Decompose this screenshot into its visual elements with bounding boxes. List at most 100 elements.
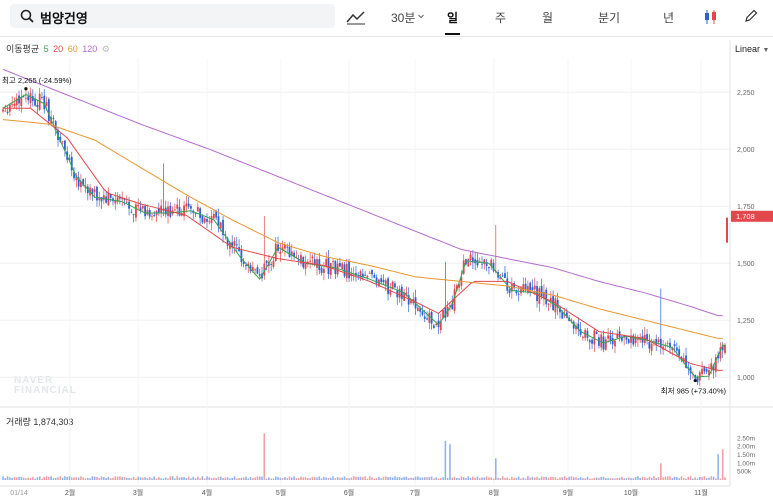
x-tick-label: 6월 bbox=[344, 488, 354, 497]
volume-bar bbox=[579, 477, 582, 480]
candle-body bbox=[47, 99, 50, 122]
candle-body bbox=[254, 269, 257, 271]
candle-body bbox=[125, 201, 128, 203]
chevron-down-icon[interactable] bbox=[418, 14, 424, 19]
candle-body bbox=[469, 254, 472, 261]
candle-body bbox=[384, 280, 387, 285]
volume-bar bbox=[442, 477, 444, 480]
candle-body bbox=[219, 222, 222, 229]
volume-tick-label: 1.00m bbox=[737, 460, 755, 467]
candle-body bbox=[380, 278, 383, 283]
volume-bar bbox=[524, 478, 527, 480]
candle-body bbox=[322, 268, 325, 274]
volume-tick-label: 2.00m bbox=[737, 444, 755, 451]
volume-bar bbox=[556, 478, 559, 480]
y-tick-label: 1,250 bbox=[737, 318, 755, 325]
volume-bar bbox=[533, 477, 536, 480]
tab-year[interactable]: 년 bbox=[663, 9, 674, 26]
candle-body bbox=[666, 342, 669, 344]
volume-bar bbox=[178, 477, 181, 480]
volume-bar bbox=[162, 478, 165, 480]
volume-bar bbox=[291, 477, 293, 480]
candle-body bbox=[27, 96, 30, 101]
volume-bar bbox=[20, 476, 23, 480]
candle-body bbox=[607, 335, 610, 339]
volume-bar bbox=[682, 477, 685, 480]
volume-bar bbox=[621, 476, 623, 480]
volume-bar bbox=[692, 478, 694, 480]
candle-body bbox=[416, 307, 419, 311]
volume-bar bbox=[481, 477, 483, 480]
volume-tick-label: 1.50m bbox=[737, 452, 755, 459]
volume-bar bbox=[660, 463, 662, 480]
candle-body bbox=[531, 287, 534, 291]
volume-bar bbox=[119, 476, 121, 480]
candle-body bbox=[444, 307, 447, 319]
candle-body bbox=[673, 344, 676, 347]
top-toolbar: 범양건영 30분 일 주 월 분기 년 bbox=[0, 0, 773, 37]
volume-bar bbox=[439, 478, 442, 480]
volume-bar bbox=[584, 478, 586, 480]
volume-bar bbox=[98, 478, 101, 480]
candle-body bbox=[423, 316, 426, 319]
tab-30min[interactable]: 30분 bbox=[391, 9, 415, 26]
volume-bar bbox=[112, 477, 114, 480]
volume-bar bbox=[249, 477, 252, 480]
volume-bar bbox=[137, 476, 140, 480]
volume-bar bbox=[405, 476, 408, 480]
draw-trend-icon[interactable] bbox=[346, 9, 366, 25]
tab-day[interactable]: 일 bbox=[444, 9, 461, 35]
volume-bar bbox=[130, 478, 133, 480]
candle-body bbox=[435, 323, 438, 325]
tab-week[interactable]: 주 bbox=[495, 9, 506, 26]
volume-bar bbox=[529, 477, 531, 480]
volume-bar bbox=[187, 476, 190, 480]
volume-bar bbox=[57, 477, 59, 480]
candle-body bbox=[174, 209, 176, 211]
volume-bar bbox=[201, 476, 204, 480]
volume-bar bbox=[394, 476, 396, 480]
volume-bar bbox=[593, 477, 596, 480]
volume-bar bbox=[327, 478, 330, 480]
volume-bar bbox=[153, 476, 156, 480]
tab-quarter[interactable]: 분기 bbox=[598, 9, 620, 26]
volume-bar bbox=[11, 478, 13, 480]
volume-bar bbox=[50, 476, 52, 480]
volume-bar bbox=[611, 478, 614, 480]
candle-body bbox=[332, 261, 334, 263]
volume-bar bbox=[158, 477, 160, 480]
volume-bar bbox=[664, 476, 667, 480]
volume-bar bbox=[9, 477, 11, 480]
candle-type-icon[interactable] bbox=[702, 8, 720, 26]
volume-bar bbox=[128, 478, 130, 480]
volume-bar bbox=[171, 476, 174, 480]
volume-bar bbox=[536, 476, 538, 480]
price-chart[interactable]: 1,0001,2501,5001,7502,0002,250500k1.00m1… bbox=[0, 36, 773, 500]
volume-bar bbox=[446, 477, 449, 480]
candle-body bbox=[4, 110, 7, 112]
volume-bar bbox=[320, 478, 323, 480]
volume-bar bbox=[419, 477, 421, 480]
candle-body bbox=[176, 204, 179, 209]
volume-bar bbox=[160, 478, 162, 480]
x-tick-label: 10월 bbox=[624, 488, 638, 497]
volume-bar bbox=[151, 478, 153, 480]
volume-bar bbox=[169, 476, 172, 480]
volume-bar bbox=[123, 477, 126, 480]
volume-bar bbox=[103, 477, 105, 480]
candle-body bbox=[203, 218, 206, 223]
candle-body bbox=[212, 213, 215, 219]
volume-bar bbox=[531, 476, 534, 480]
volume-bar bbox=[210, 478, 213, 480]
candle-body bbox=[547, 304, 550, 306]
candle-body bbox=[288, 246, 291, 258]
volume-bar bbox=[258, 476, 261, 480]
tab-month[interactable]: 월 bbox=[542, 9, 553, 26]
volume-bar bbox=[13, 477, 16, 480]
volume-bar bbox=[605, 478, 607, 480]
pencil-icon[interactable] bbox=[744, 9, 758, 23]
volume-bar bbox=[265, 478, 268, 480]
candle-body bbox=[29, 93, 32, 104]
candle-body bbox=[467, 258, 470, 267]
search-box[interactable]: 범양건영 bbox=[10, 4, 335, 28]
